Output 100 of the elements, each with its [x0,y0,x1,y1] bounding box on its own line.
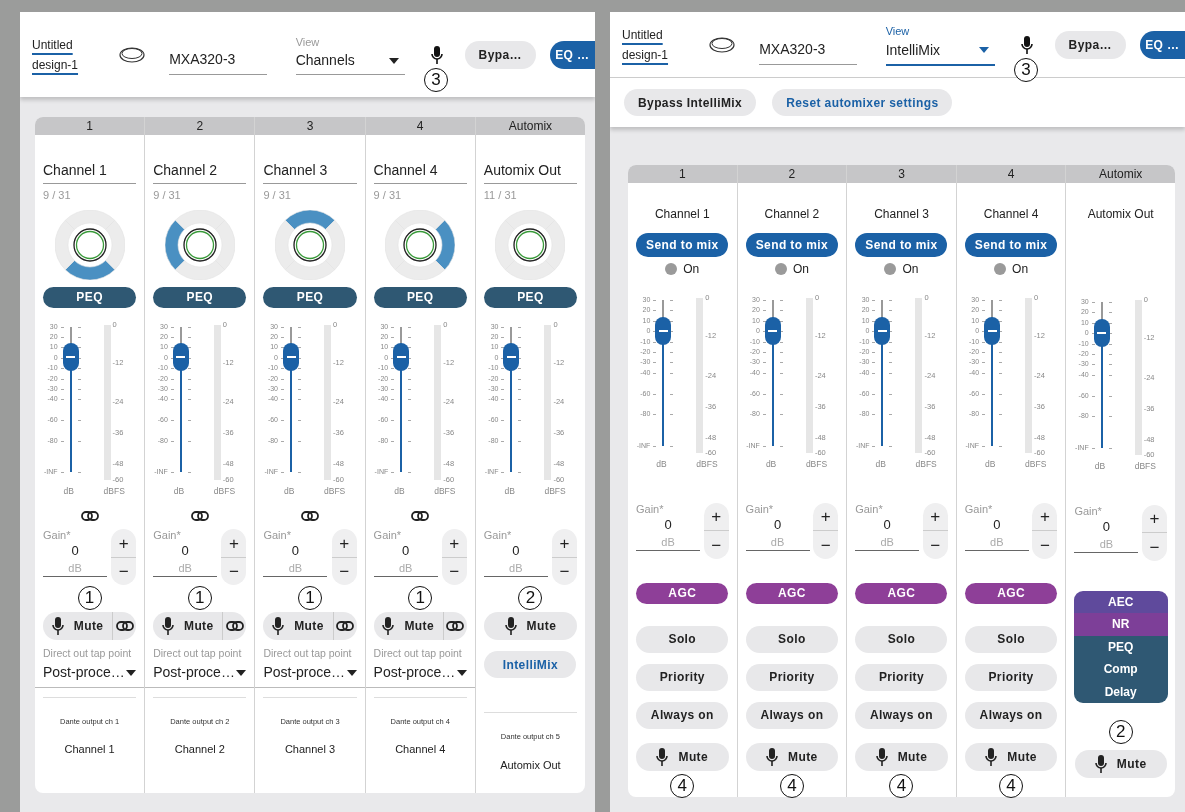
increment-button[interactable]: + [922,502,948,532]
solo-button[interactable]: Solo [745,625,838,653]
solo-button[interactable]: Solo [855,625,948,653]
decrement-button[interactable]: − [1141,533,1167,561]
gain-field[interactable]: Gain* 0 dB [964,502,1029,551]
gain-field[interactable]: Gain* 0 dB [745,502,810,551]
link-button[interactable] [332,612,357,641]
send-to-mix-button[interactable]: Send to mix [745,233,838,257]
processing-block[interactable]: AEC [1073,590,1168,614]
decrement-button[interactable]: − [331,557,357,586]
decrement-button[interactable]: − [552,557,577,586]
peq-button[interactable]: PEQ [153,286,247,308]
tap-point-dropdown[interactable]: Post-proce… [153,662,247,687]
bypass-button[interactable]: Bypa… [464,40,536,69]
priority-button[interactable]: Priority [965,663,1058,691]
decrement-button[interactable]: − [922,531,948,559]
device-name-field[interactable]: MXA320-3 [169,48,267,75]
gain-field[interactable]: Gain* 0 dB [855,502,920,551]
design-link[interactable]: Untitled design-1 [622,24,672,65]
channel-name-field[interactable]: Channel 1 [43,160,137,184]
increment-button[interactable]: + [1141,504,1167,534]
eq-button[interactable]: EQ … [1139,30,1185,59]
send-to-mix-button[interactable]: Send to mix [855,233,948,257]
increment-button[interactable]: + [552,529,577,558]
agc-button[interactable]: AGC [636,582,729,604]
gain-field[interactable]: Gain* 0 dB [43,529,107,578]
tap-point-dropdown[interactable]: Post-proce… [263,662,357,687]
gain-field[interactable]: Gain* 0 dB [153,529,218,578]
fader-handle[interactable] [764,316,781,345]
fader-handle[interactable] [984,316,1001,345]
always-on-button[interactable]: Always on [745,701,838,729]
fader-handle[interactable] [62,343,79,372]
increment-button[interactable]: + [331,529,357,558]
processing-block[interactable]: Comp [1073,658,1168,681]
gain-field[interactable]: Gain* 0 dB [373,529,438,578]
mute-button[interactable]: Mute [745,742,839,771]
gain-field[interactable]: Gain* 0 dB [483,529,548,578]
tap-point-dropdown[interactable]: Post-proce… [43,662,137,687]
priority-button[interactable]: Priority [636,663,729,691]
decrement-button[interactable]: − [1032,531,1058,559]
peq-button[interactable]: PEQ [43,286,137,308]
gain-field[interactable]: Gain* 0 dB [263,529,328,578]
mute-button[interactable]: Mute [964,742,1058,771]
increment-button[interactable]: + [111,529,137,558]
mute-button[interactable]: Mute [855,742,948,771]
fader-handle[interactable] [393,343,410,372]
agc-button[interactable]: AGC [965,582,1058,604]
priority-button[interactable]: Priority [745,663,838,691]
processing-block[interactable]: Delay [1073,680,1168,704]
fader-handle[interactable] [1093,318,1110,347]
eq-button[interactable]: EQ … [549,40,595,69]
gain-field[interactable]: Gain* 0 dB [636,502,700,551]
decrement-button[interactable]: − [111,557,137,586]
tap-point-dropdown[interactable]: Post-proce… [373,662,467,687]
mute-button[interactable]: Mute [1074,750,1167,779]
fader-handle[interactable] [874,316,891,345]
link-button[interactable] [222,612,247,641]
view-dropdown[interactable]: View IntelliMix [885,23,995,66]
channel-name-field[interactable]: Channel 2 [153,160,247,184]
peq-button[interactable]: PEQ [373,286,467,308]
view-dropdown[interactable]: View Channels [295,33,405,76]
decrement-button[interactable]: − [703,531,729,559]
send-to-mix-button[interactable]: Send to mix [965,233,1058,257]
fader-handle[interactable] [283,343,299,372]
peq-button[interactable]: PEQ [483,286,577,308]
microphone-icon[interactable] [1020,35,1033,54]
bypass-button[interactable]: Bypa… [1054,30,1126,59]
processing-block[interactable]: NR [1073,613,1168,636]
solo-button[interactable]: Solo [636,625,729,653]
increment-button[interactable]: + [221,529,247,558]
toolbar-button[interactable]: Bypass IntelliMix [624,89,757,116]
toolbar-button[interactable]: Reset automixer settings [772,89,953,116]
channel-name-field[interactable]: Automix Out [483,160,577,184]
increment-button[interactable]: + [813,502,839,532]
agc-button[interactable]: AGC [855,582,948,604]
link-button[interactable] [112,612,137,641]
increment-button[interactable]: + [703,502,729,532]
always-on-button[interactable]: Always on [965,701,1058,729]
agc-button[interactable]: AGC [745,582,838,604]
fader-handle[interactable] [172,343,189,372]
increment-button[interactable]: + [1032,502,1058,532]
mute-button[interactable]: Mute [483,612,577,641]
decrement-button[interactable]: − [441,557,467,586]
always-on-button[interactable]: Always on [636,701,729,729]
mute-button[interactable]: Mute [636,742,729,771]
fader-handle[interactable] [503,343,520,372]
fader-handle[interactable] [655,316,672,345]
channel-name-field[interactable]: Channel 4 [373,160,467,184]
increment-button[interactable]: + [441,529,467,558]
priority-button[interactable]: Priority [855,663,948,691]
solo-button[interactable]: Solo [965,625,1058,653]
send-to-mix-button[interactable]: Send to mix [636,233,729,257]
processing-block[interactable]: PEQ [1073,635,1168,659]
peq-button[interactable]: PEQ [263,286,357,308]
gain-field[interactable]: Gain* 0 dB [1074,504,1139,553]
device-name-field[interactable]: MXA320-3 [759,38,857,65]
decrement-button[interactable]: − [813,531,839,559]
microphone-icon[interactable] [430,45,443,64]
decrement-button[interactable]: − [221,557,247,586]
design-link[interactable]: Untitled design-1 [32,34,82,75]
